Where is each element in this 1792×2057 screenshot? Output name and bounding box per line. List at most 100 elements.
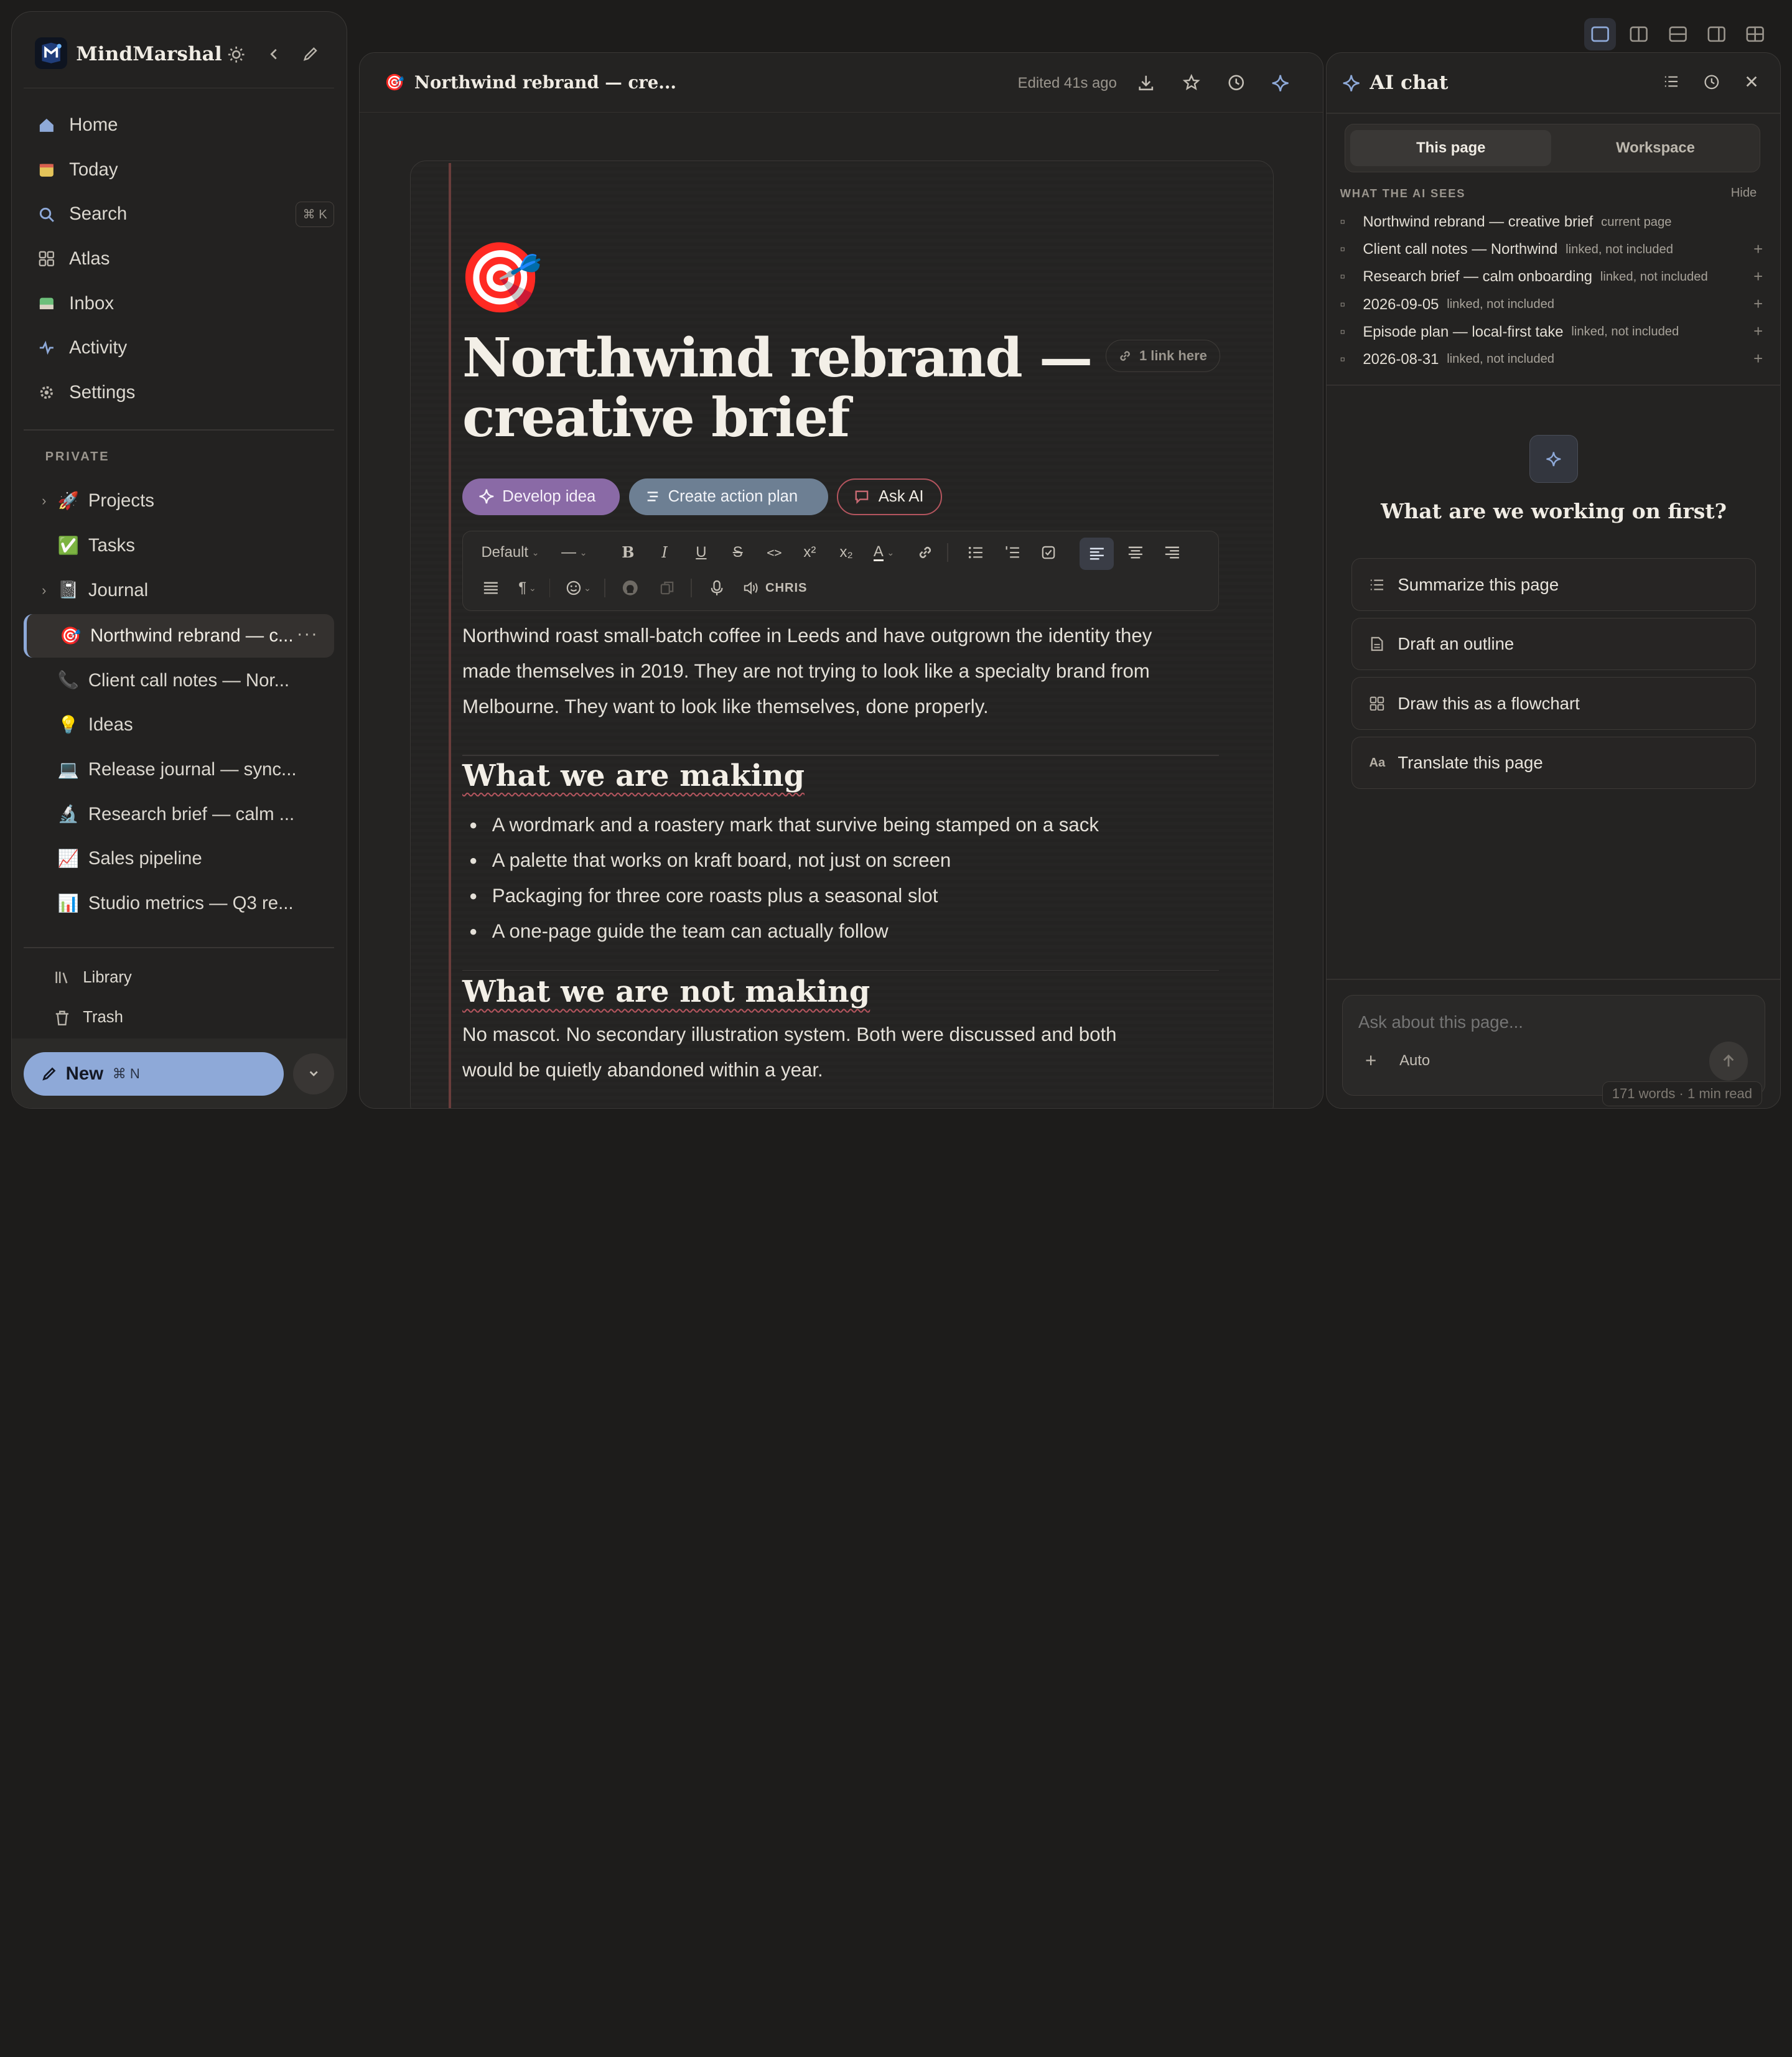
hide-context-link[interactable]: Hide	[1731, 186, 1757, 200]
intro-line-3[interactable]: Melbourne. They want to look like themse…	[462, 696, 989, 718]
page-sales-pipeline[interactable]: 📈 Sales pipeline	[24, 838, 335, 879]
github-icon[interactable]	[618, 573, 643, 603]
suggestion-summarize[interactable]: Summarize this page	[1351, 558, 1757, 611]
add-context-icon[interactable]: +	[1753, 350, 1763, 368]
bullet-list-icon[interactable]	[963, 538, 987, 567]
align-right-icon[interactable]	[1159, 538, 1184, 567]
intro-line-1[interactable]: Northwind roast small-batch coffee in Le…	[462, 625, 1152, 647]
add-attachment-icon[interactable]: +	[1365, 1050, 1376, 1072]
add-context-icon[interactable]: +	[1753, 323, 1763, 341]
underline-icon[interactable]: U	[689, 538, 714, 567]
new-menu-button[interactable]	[293, 1053, 335, 1094]
strikethrough-icon[interactable]: S	[725, 538, 750, 567]
align-left-icon[interactable]	[1079, 538, 1114, 570]
compose-icon[interactable]	[297, 40, 324, 68]
layout-sidepanel-icon[interactable]	[1701, 18, 1732, 50]
not-line-1[interactable]: No mascot. No secondary illustration sys…	[462, 1024, 1117, 1046]
ai-sparkle-icon[interactable]	[1267, 69, 1294, 96]
page-tasks[interactable]: ✅ Tasks	[24, 525, 335, 566]
download-icon[interactable]	[1132, 69, 1159, 96]
tab-title[interactable]: Northwind rebrand — cre...	[414, 73, 676, 93]
heading-making[interactable]: What we are making	[462, 758, 805, 793]
layout-split-icon[interactable]	[1623, 18, 1654, 50]
copy-icon[interactable]	[655, 573, 679, 603]
justify-icon[interactable]	[478, 573, 503, 603]
history-icon[interactable]	[1222, 69, 1249, 96]
chat-input[interactable]	[1358, 1008, 1736, 1037]
backlinks-badge[interactable]: 1 link here	[1106, 340, 1220, 372]
footer-library[interactable]: Library	[24, 957, 335, 998]
page-ideas[interactable]: 💡 Ideas	[24, 704, 335, 745]
italic-icon[interactable]: I	[652, 538, 677, 567]
context-item[interactable]: ▫ Client call notes — Northwind linked, no…	[1340, 237, 1765, 262]
history-icon[interactable]	[1697, 68, 1725, 95]
heading-not-making[interactable]: What we are not making	[462, 974, 870, 1009]
layout-stack-icon[interactable]	[1662, 18, 1694, 50]
context-item[interactable]: ▫ Episode plan — local-first take linked, …	[1340, 319, 1765, 344]
list-item[interactable]: ● A palette that works on kraft board, no…	[469, 843, 1099, 879]
suggestion-translate[interactable]: Aa Translate this page	[1351, 736, 1757, 790]
nav-atlas[interactable]: Atlas	[24, 238, 335, 279]
tab-workspace[interactable]: Workspace	[1555, 130, 1756, 167]
page-northwind-rebrand[interactable]: 🎯 Northwind rebrand — c... ···	[23, 614, 335, 658]
tab-this-page[interactable]: This page	[1350, 129, 1552, 167]
ask-ai-button[interactable]: Ask AI	[837, 478, 943, 515]
nav-home[interactable]: Home	[24, 105, 335, 146]
page-emoji-icon[interactable]: 🎯	[458, 238, 543, 319]
not-line-2[interactable]: would be quietly abandoned within a year…	[462, 1059, 823, 1081]
intro-line-2[interactable]: made themselves in 2019. They are not tr…	[462, 660, 1150, 683]
page-studio-metrics[interactable]: 📊 Studio metrics — Q3 re...	[24, 883, 335, 924]
page-client-call-notes[interactable]: 📞 Client call notes — Nor...	[24, 660, 335, 701]
page-projects[interactable]: › 🚀 Projects	[24, 480, 335, 521]
develop-idea-button[interactable]: Develop idea	[462, 478, 620, 515]
chevron-right-icon[interactable]: ›	[42, 582, 46, 599]
page-title-line2[interactable]: creative brief	[462, 387, 850, 449]
page-title-line1[interactable]: Northwind rebrand —	[462, 327, 1093, 389]
context-item[interactable]: ▫ Northwind rebrand — creative brief curre…	[1340, 210, 1765, 235]
list-item[interactable]: ● A one-page guide the team can actually …	[469, 914, 1099, 949]
nav-inbox[interactable]: Inbox	[24, 283, 335, 324]
add-context-icon[interactable]: +	[1753, 241, 1763, 259]
voice-selector[interactable]: CHRIS	[741, 573, 810, 603]
code-icon[interactable]: <>	[760, 538, 790, 567]
emoji-icon[interactable]: ⌄	[563, 573, 595, 603]
superscript-icon[interactable]: x²	[796, 538, 823, 567]
subscript-icon[interactable]: x₂	[833, 538, 860, 567]
bold-icon[interactable]: B	[615, 538, 640, 567]
nav-today[interactable]: Today	[24, 149, 335, 190]
page-release-journal[interactable]: 💻 Release journal — sync...	[24, 749, 335, 790]
layout-grid-icon[interactable]	[1739, 18, 1771, 50]
chevron-right-icon[interactable]: ›	[42, 493, 46, 509]
text-color-icon[interactable]: A ⌄	[869, 538, 899, 567]
star-icon[interactable]	[1178, 69, 1205, 96]
add-context-icon[interactable]: +	[1753, 296, 1763, 314]
suggestion-flowchart[interactable]: Draw this as a flowchart	[1351, 677, 1757, 730]
footer-trash[interactable]: Trash	[24, 997, 335, 1038]
list-icon[interactable]	[1658, 68, 1685, 95]
context-item[interactable]: ▫ 2026-08-31 linked, not included +	[1340, 347, 1765, 372]
paragraph-icon[interactable]: ¶ ⌄	[513, 573, 543, 603]
layout-single-icon[interactable]	[1584, 18, 1617, 50]
list-item[interactable]: ● A wordmark and a roastery mark that sur…	[469, 808, 1099, 843]
page-research-brief[interactable]: 🔬 Research brief — calm ...	[24, 794, 335, 835]
more-options-icon[interactable]: ···	[297, 623, 319, 645]
theme-toggle-icon[interactable]	[222, 40, 250, 68]
block-type-select[interactable]: — ⌄	[554, 538, 595, 567]
nav-settings[interactable]: Settings	[24, 372, 335, 413]
nav-search[interactable]: Search ⌘ K	[24, 194, 335, 235]
add-context-icon[interactable]: +	[1753, 268, 1763, 286]
checkbox-list-icon[interactable]	[1036, 538, 1061, 567]
close-icon[interactable]	[1738, 68, 1765, 95]
list-item[interactable]: ● Packaging for three core roasts plus a …	[469, 879, 1099, 914]
new-button[interactable]: New ⌘ N	[23, 1052, 284, 1096]
model-selector[interactable]: Auto	[1399, 1052, 1430, 1070]
page-journal[interactable]: › 📓 Journal	[24, 570, 335, 611]
microphone-icon[interactable]	[704, 573, 729, 603]
create-action-plan-button[interactable]: Create action plan	[629, 478, 828, 515]
collapse-sidebar-icon[interactable]	[260, 40, 287, 68]
nav-activity[interactable]: Activity	[24, 327, 335, 368]
text-style-select[interactable]: Default ⌄	[474, 538, 547, 567]
context-item[interactable]: ▫ 2026-09-05 linked, not included +	[1340, 292, 1765, 317]
align-center-icon[interactable]	[1123, 538, 1148, 567]
link-icon[interactable]	[913, 538, 938, 567]
